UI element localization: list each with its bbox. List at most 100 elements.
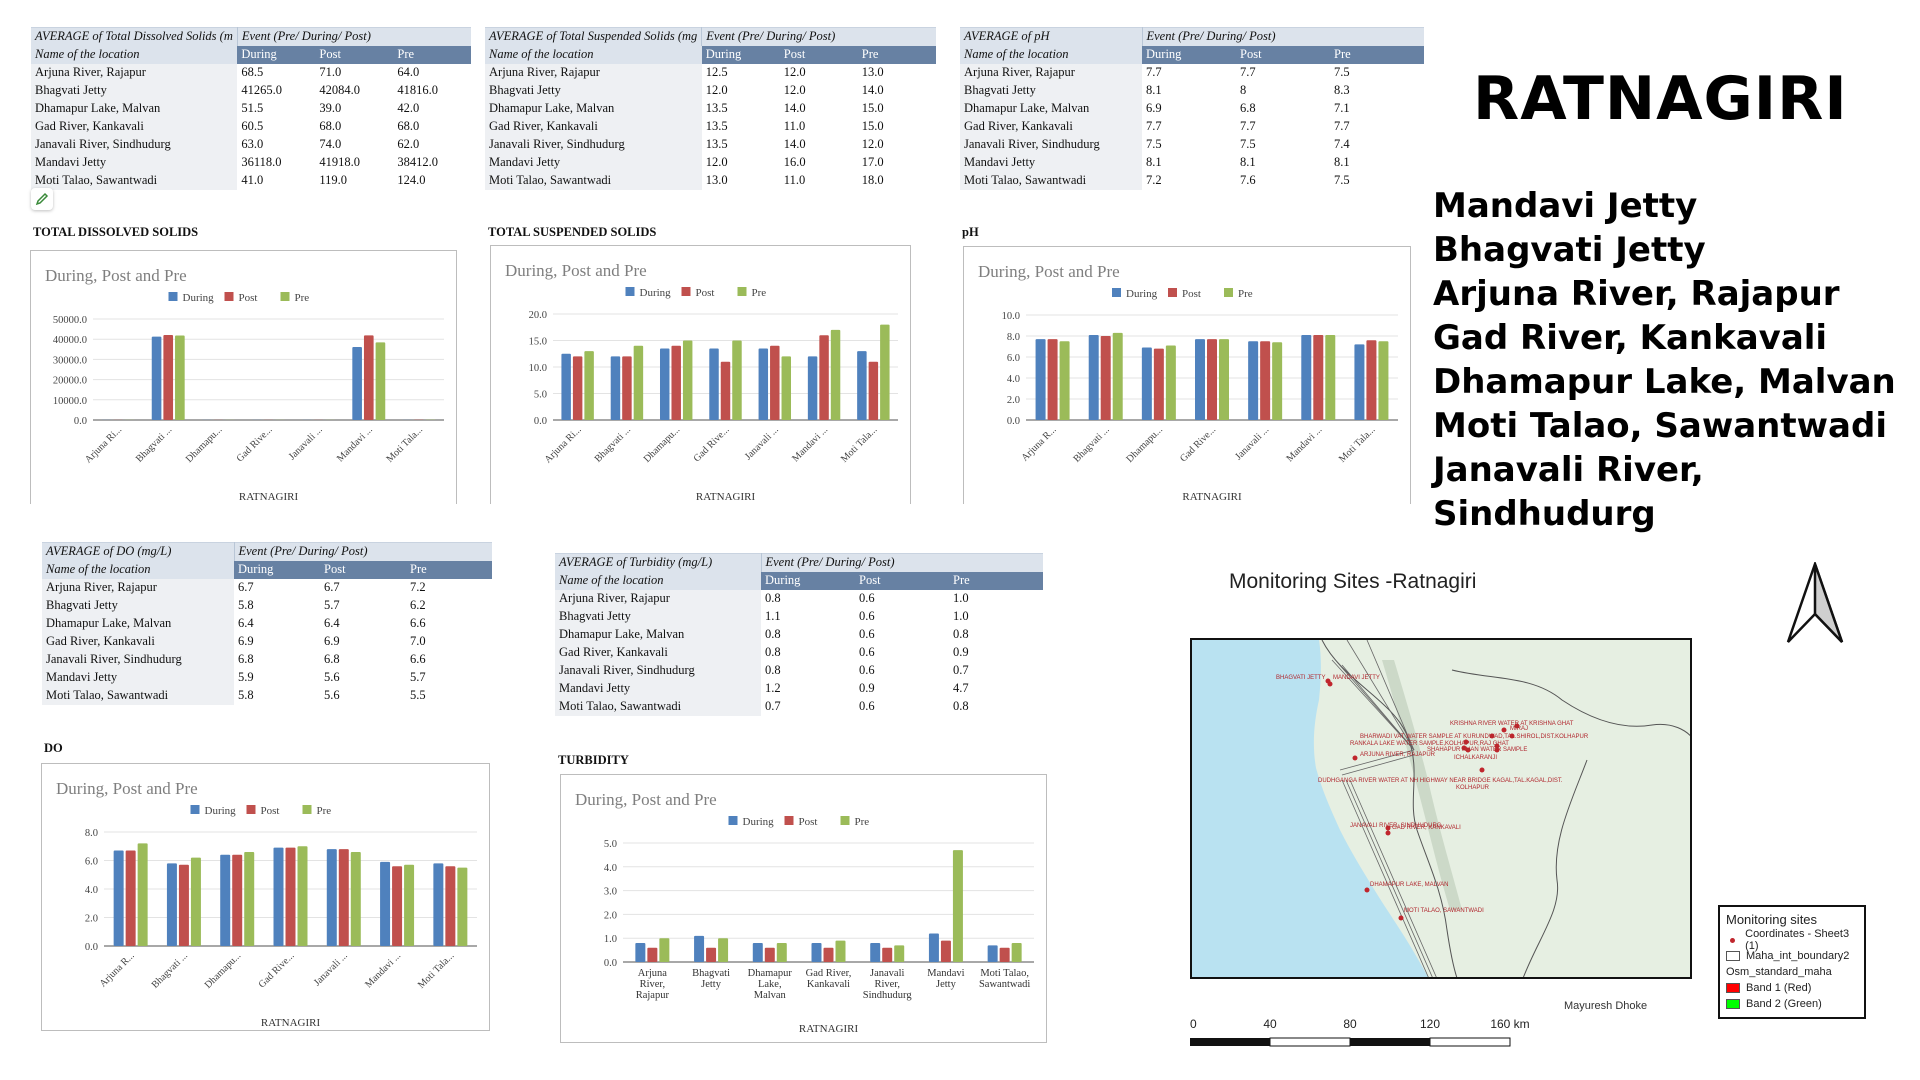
bar-during: [1088, 334, 1099, 420]
tds-table: AVERAGE of Total Dissolved Solids (m Even…: [31, 27, 472, 190]
bar-pre: [1378, 341, 1389, 420]
map-author: Mayuresh Dhoke: [1564, 1000, 1648, 1012]
bar-pre: [244, 851, 255, 946]
value-cell: 0.8: [949, 625, 1043, 644]
table-title-row: AVERAGE of pH Event (Pre/ During/ Post): [960, 27, 1424, 46]
location-cell: Arjuna River, Rajapur: [31, 63, 238, 82]
table-row: Gad River, Kankavali 0.8 0.6 0.9: [555, 643, 1043, 662]
column-header[interactable]: Post: [315, 45, 394, 64]
value-cell: 64.0: [393, 63, 472, 82]
bar-post: [1207, 339, 1217, 420]
site-list-item: Moti Talao, Sawantwadi: [1433, 406, 1887, 446]
value-cell: 42.0: [393, 99, 472, 118]
value-cell: 62.0: [393, 135, 472, 154]
column-header[interactable]: Post: [779, 45, 858, 64]
table-row: Arjuna River, Rajapur 0.8 0.6 1.0: [555, 589, 1043, 608]
legend-item: Maha_int_boundary2: [1726, 948, 1858, 964]
value-cell: 41265.0: [237, 81, 316, 100]
location-cell: Dhamapur Lake, Malvan: [960, 99, 1142, 118]
legend-label: Post: [696, 287, 715, 299]
x-tick-label: Moti Tala...: [416, 950, 457, 991]
column-header[interactable]: Post: [855, 571, 949, 590]
table-row: Bhagvati Jetty 5.8 5.7 6.2: [42, 596, 492, 615]
column-header[interactable]: Pre: [857, 45, 936, 64]
column-header-row: Name of the location During Post Pre: [31, 45, 472, 64]
bar-pre: [732, 340, 742, 420]
y-tick-label: 5.0: [534, 390, 547, 401]
x-axis-title: RATNAGIRI: [799, 1023, 859, 1035]
column-header[interactable]: Pre: [393, 45, 472, 64]
table-row: Janavali River, Sindhudurg 63.0 74.0 62.0: [31, 135, 472, 154]
legend-label: Pre: [295, 292, 310, 304]
value-cell: 124.0: [393, 171, 472, 190]
y-tick-label: 4.0: [85, 885, 98, 896]
column-header[interactable]: During: [234, 560, 320, 579]
bar-during: [220, 854, 231, 946]
column-header[interactable]: During: [761, 571, 855, 590]
y-tick-label: 5.0: [604, 839, 617, 850]
location-cell: Dhamapur Lake, Malvan: [555, 625, 761, 644]
x-tick-label: Lake,: [758, 979, 782, 990]
bar-during: [1248, 341, 1259, 420]
bar-pre: [880, 324, 890, 420]
site-list-item: Mandavi Jetty: [1433, 186, 1698, 226]
table-row: Moti Talao, Sawantwadi 7.2 7.6 7.5: [960, 171, 1424, 190]
table-row: Dhamapur Lake, Malvan 13.5 14.0 15.0: [485, 99, 936, 118]
value-cell: 5.6: [320, 686, 406, 705]
column-header[interactable]: Post: [1236, 45, 1330, 64]
table-row: Gad River, Kankavali 60.5 68.0 68.0: [31, 117, 472, 136]
column-header[interactable]: Pre: [406, 560, 492, 579]
column-header[interactable]: Post: [320, 560, 406, 579]
x-tick-label: River,: [640, 979, 666, 990]
value-cell: 0.6: [855, 643, 949, 662]
value-cell: 0.9: [949, 643, 1043, 662]
bar-pre: [718, 938, 729, 962]
site-label: ARJUNA RIVER, RAJAPUR: [1360, 752, 1436, 758]
column-header-row: Name of the location During Post Pre: [555, 571, 1043, 590]
value-cell: 0.6: [855, 607, 949, 626]
scale-segment: [1269, 1037, 1351, 1047]
value-cell: 41816.0: [393, 81, 472, 100]
column-header[interactable]: During: [237, 45, 316, 64]
bar-during: [610, 356, 621, 420]
column-header[interactable]: During: [1142, 45, 1236, 64]
value-cell: 71.0: [315, 63, 394, 82]
x-tick-label: Gad River,: [806, 968, 852, 979]
edit-button[interactable]: [31, 188, 53, 210]
bar-pre: [350, 851, 361, 946]
table-row: Bhagvati Jetty 8.1 8 8.3: [960, 81, 1424, 100]
site-marker: [1501, 727, 1507, 733]
bar-during: [561, 353, 571, 420]
site-label: SHAHAPUR KHAN WATER SAMPLE: [1427, 747, 1527, 753]
tds-chart: During, Post and Pre During Post Pre 0.0 1000…: [30, 250, 457, 504]
value-cell: 6.4: [320, 614, 406, 633]
value-cell: 8.3: [1330, 81, 1424, 100]
bar-post: [178, 864, 189, 946]
x-tick-label: Arjuna R...: [1019, 424, 1058, 463]
legend-label: Pre: [752, 287, 767, 299]
site-label: MOTI TALAO, SAWANTWADI: [1404, 908, 1484, 914]
table-row: Dhamapur Lake, Malvan 6.4 6.4 6.6: [42, 614, 492, 633]
legend-swatch: [280, 292, 290, 301]
y-tick-label: 30000.0: [53, 355, 87, 366]
bar-post: [1047, 339, 1058, 420]
table-row: Dhamapur Lake, Malvan 6.9 6.8 7.1: [960, 99, 1424, 118]
legend-item: Coordinates - Sheet3 (1): [1726, 928, 1858, 952]
site-marker: [1385, 830, 1391, 836]
value-cell: 0.6: [855, 661, 949, 680]
y-tick-label: 15.0: [529, 337, 547, 348]
location-cell: Dhamapur Lake, Malvan: [42, 614, 234, 633]
value-cell: 7.7: [1142, 63, 1236, 82]
value-cell: 7.4: [1330, 135, 1424, 154]
table-row: Gad River, Kankavali 6.9 6.9 7.0: [42, 632, 492, 651]
y-tick-label: 6.0: [85, 857, 98, 868]
x-tick-label: Rajapur: [636, 990, 670, 1001]
map-view[interactable]: BHAGVATI JETTY MANDAVI JETTY KRISHNA RIVER…: [1190, 638, 1692, 979]
value-cell: 11.0: [779, 171, 858, 190]
column-header[interactable]: Pre: [1330, 45, 1424, 64]
y-tick-label: 10.0: [1002, 311, 1020, 322]
x-tick-label: Sawantwadi: [979, 979, 1030, 990]
column-header[interactable]: Pre: [949, 571, 1043, 590]
table-title: AVERAGE of pH: [960, 27, 1143, 46]
column-header[interactable]: During: [701, 45, 780, 64]
